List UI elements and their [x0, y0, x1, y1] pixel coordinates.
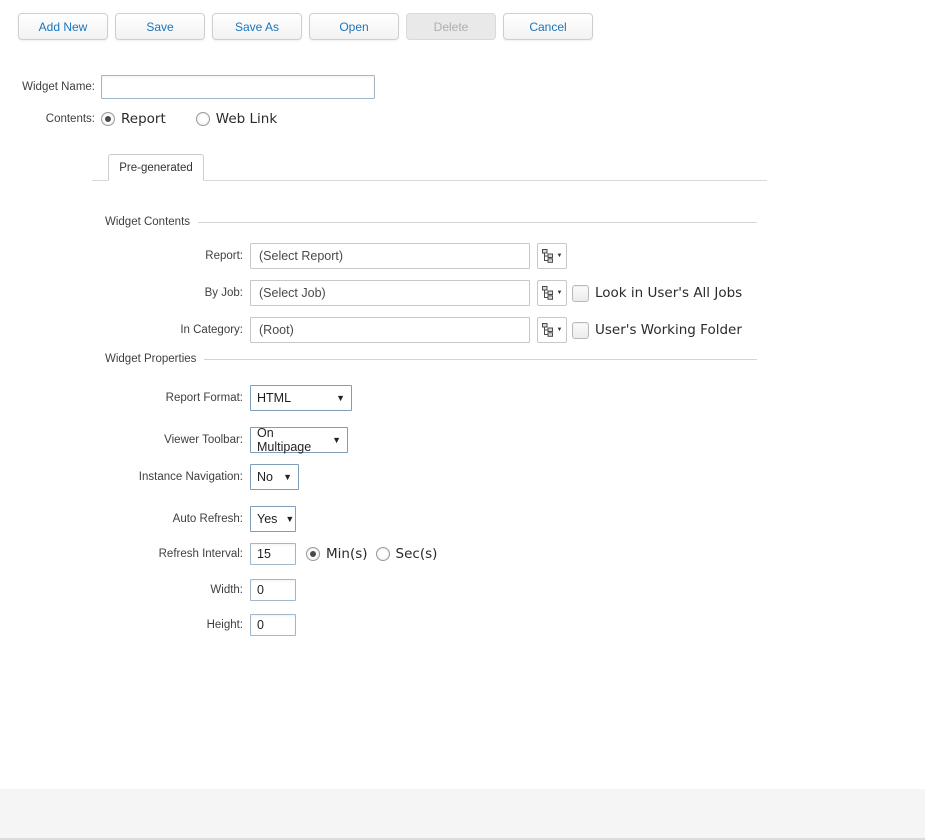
- contents-report-radio[interactable]: [101, 112, 115, 126]
- report-format-value: HTML: [257, 391, 292, 405]
- width-label: Width:: [210, 584, 243, 596]
- in-category-input[interactable]: [250, 317, 530, 343]
- widget-name-row: Widget Name:: [0, 75, 375, 99]
- users-working-folder-checkbox-label[interactable]: User's Working Folder: [595, 322, 742, 338]
- tree-picker-icon: [541, 249, 553, 263]
- contents-row: Contents: Report Web Link: [0, 110, 277, 128]
- by-job-row: By Job: ▼ Look in User's All Jobs: [0, 280, 742, 306]
- height-label: Height:: [206, 619, 243, 631]
- contents-label: Contents:: [45, 113, 95, 125]
- height-row: Height:: [0, 613, 296, 637]
- by-job-input[interactable]: [250, 280, 530, 306]
- refresh-interval-row: Refresh Interval: Min(s) Sec(s): [0, 542, 437, 566]
- users-working-folder-checkbox[interactable]: [572, 321, 589, 339]
- report-tree-picker-button[interactable]: ▼: [537, 243, 567, 269]
- instance-navigation-label: Instance Navigation:: [138, 471, 243, 483]
- by-job-tree-picker-button[interactable]: ▼: [537, 280, 567, 306]
- refresh-interval-mins-radio[interactable]: [306, 547, 320, 561]
- width-row: Width:: [0, 578, 296, 602]
- look-in-users-all-jobs-checkbox-label[interactable]: Look in User's All Jobs: [595, 285, 742, 301]
- in-category-row: In Category: ▼ User's Working Folder: [0, 317, 742, 343]
- section-divider: [204, 358, 757, 360]
- auto-refresh-select[interactable]: Yes ▼: [250, 506, 296, 532]
- dropdown-arrow-icon: ▼: [336, 393, 345, 403]
- picker-dropdown-arrow-icon: ▼: [556, 290, 563, 296]
- dropdown-arrow-icon: ▼: [332, 435, 341, 445]
- refresh-interval-secs-radio-label[interactable]: Sec(s): [396, 546, 438, 562]
- tree-picker-icon: [541, 323, 553, 337]
- widget-contents-section-header: Widget Contents: [105, 216, 757, 228]
- picker-dropdown-arrow-icon: ▼: [556, 253, 563, 259]
- toolbar: Add New Save Save As Open Delete Cancel: [18, 13, 593, 40]
- widget-name-input[interactable]: [101, 75, 375, 99]
- save-button[interactable]: Save: [115, 13, 205, 40]
- add-new-button[interactable]: Add New: [18, 13, 108, 40]
- width-input[interactable]: [250, 579, 296, 601]
- tab-pre-generated[interactable]: Pre-generated: [108, 154, 204, 181]
- report-label: Report:: [205, 250, 243, 262]
- dropdown-arrow-icon: ▼: [285, 514, 295, 524]
- refresh-interval-label: Refresh Interval:: [158, 548, 243, 560]
- refresh-interval-mins-radio-label[interactable]: Min(s): [326, 546, 368, 562]
- open-button[interactable]: Open: [309, 13, 399, 40]
- delete-button: Delete: [406, 13, 496, 40]
- look-in-users-all-jobs-checkbox[interactable]: [572, 284, 589, 302]
- report-format-label: Report Format:: [165, 392, 243, 404]
- contents-web-link-radio[interactable]: [195, 112, 210, 126]
- cancel-button[interactable]: Cancel: [503, 13, 593, 40]
- tree-picker-icon: [541, 286, 553, 300]
- in-category-label: In Category:: [180, 324, 243, 336]
- instance-navigation-row: Instance Navigation: No ▼: [0, 464, 299, 490]
- widget-properties-section-title: Widget Properties: [105, 353, 197, 365]
- widget-name-label: Widget Name:: [22, 81, 95, 93]
- picker-dropdown-arrow-icon: ▼: [556, 327, 563, 333]
- tab-strip: Pre-generated: [92, 153, 767, 181]
- in-category-tree-picker-button[interactable]: ▼: [537, 317, 567, 343]
- auto-refresh-row: Auto Refresh: Yes ▼: [0, 506, 296, 532]
- save-as-button[interactable]: Save As: [212, 13, 302, 40]
- contents-report-radio-label[interactable]: Report: [121, 111, 166, 127]
- report-row: Report: ▼: [0, 243, 567, 269]
- contents-web-link-radio-label[interactable]: Web Link: [216, 111, 277, 127]
- auto-refresh-label: Auto Refresh:: [172, 513, 243, 525]
- report-format-row: Report Format: HTML ▼: [0, 385, 352, 411]
- auto-refresh-value: Yes: [257, 512, 278, 526]
- by-job-label: By Job:: [204, 287, 243, 299]
- refresh-interval-secs-radio[interactable]: [375, 547, 390, 561]
- viewer-toolbar-row: Viewer Toolbar: On Multipage ▼: [0, 426, 348, 454]
- instance-navigation-select[interactable]: No ▼: [250, 464, 299, 490]
- refresh-interval-input[interactable]: [250, 543, 296, 565]
- widget-contents-section-title: Widget Contents: [105, 216, 191, 228]
- widget-properties-section-header: Widget Properties: [105, 353, 757, 365]
- report-input[interactable]: [250, 243, 530, 269]
- viewer-toolbar-value: On Multipage: [257, 426, 312, 454]
- section-divider: [198, 221, 757, 223]
- footer-bar: [0, 789, 925, 840]
- viewer-toolbar-select[interactable]: On Multipage ▼: [250, 426, 348, 454]
- height-input[interactable]: [250, 614, 296, 636]
- report-format-select[interactable]: HTML ▼: [250, 385, 352, 411]
- instance-navigation-value: No: [257, 470, 273, 484]
- viewer-toolbar-label: Viewer Toolbar:: [164, 434, 243, 446]
- dropdown-arrow-icon: ▼: [283, 472, 292, 482]
